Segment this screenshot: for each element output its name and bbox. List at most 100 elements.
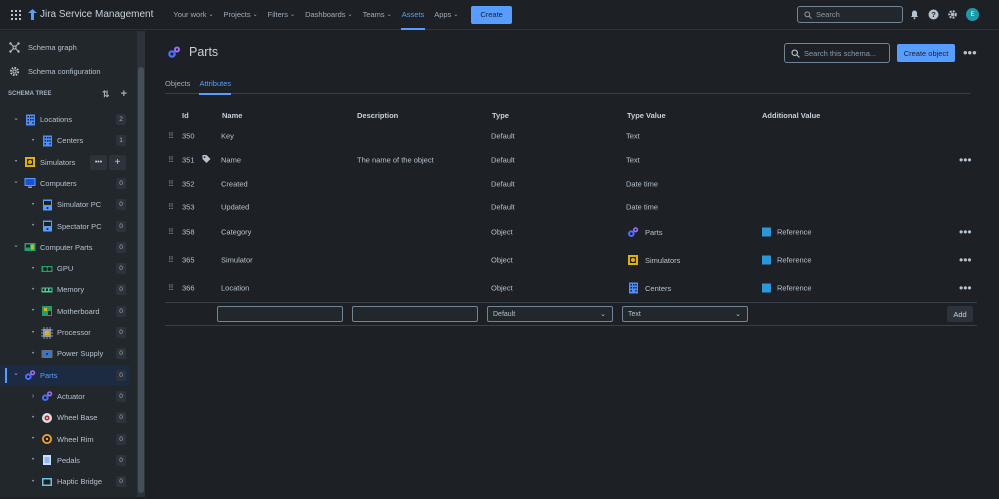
schema-graph-link[interactable]: Schema graph xyxy=(0,35,137,59)
app-switcher-icon[interactable] xyxy=(11,9,21,20)
nav-item-filters[interactable]: Filters ⌄ xyxy=(263,0,300,30)
object-count-badge: 0 xyxy=(116,476,126,488)
tree-item-label: Centers xyxy=(57,136,84,146)
pc-icon xyxy=(41,220,53,232)
new-attribute-type-value-select[interactable]: Text ⌄ xyxy=(622,306,748,322)
tree-item-label: Processor xyxy=(57,328,91,337)
add-object-type-icon[interactable]: + xyxy=(121,88,127,100)
chevron-down-icon[interactable]: ⌄ xyxy=(12,369,20,377)
nav-item-assets[interactable]: Assets xyxy=(397,0,430,30)
chevron-right-icon[interactable]: › xyxy=(29,393,37,400)
tree-item-processor[interactable]: • Processor 0 xyxy=(0,322,130,343)
drag-handle-icon[interactable]: ⠿ xyxy=(168,156,174,165)
help-icon[interactable]: ? xyxy=(928,9,939,20)
settings-gear-icon[interactable] xyxy=(947,9,958,20)
create-button[interactable]: Create xyxy=(471,5,512,24)
attribute-name: Key xyxy=(221,131,234,141)
tree-item-motherboard[interactable]: • Motherboard 0 xyxy=(0,301,130,322)
schema-search-input[interactable]: Search this schema... xyxy=(784,43,890,63)
new-attribute-type-select[interactable]: Default ⌄ xyxy=(487,306,613,322)
processor-icon xyxy=(41,326,53,339)
attribute-row[interactable]: ⠿ 350 Key Default Text xyxy=(165,126,977,146)
create-object-button[interactable]: Create object xyxy=(897,44,955,62)
tree-item-computers[interactable]: ⌄ Computers 0 xyxy=(0,173,130,194)
chevron-down-icon: ⌄ xyxy=(453,12,459,18)
attribute-row[interactable]: ⠿ 366 Location Object Centers Reference ••• xyxy=(165,278,977,298)
additional-value: Reference xyxy=(762,283,812,293)
row-more-actions-icon[interactable]: ••• xyxy=(959,225,972,239)
tree-item-centers[interactable]: • Centers 1 xyxy=(0,130,130,151)
schema-graph-label: Schema graph xyxy=(28,42,77,52)
page-title-text: Parts xyxy=(189,45,219,59)
drag-handle-icon[interactable]: ⠿ xyxy=(168,132,174,141)
new-attribute-name-input[interactable] xyxy=(217,306,343,322)
schema-tree-title: SCHEMA TREE xyxy=(8,91,52,97)
notifications-icon[interactable] xyxy=(909,9,920,20)
user-avatar[interactable]: E xyxy=(966,8,979,21)
tab-attributes[interactable]: Attributes xyxy=(199,79,231,95)
additional-value-label: Reference xyxy=(777,227,812,237)
schema-configuration-link[interactable]: Schema configuration xyxy=(0,59,137,83)
attribute-type: Default xyxy=(491,179,515,189)
tree-item-more-icon[interactable]: ••• xyxy=(90,154,107,170)
tree-item-memory[interactable]: • Memory 0 xyxy=(0,279,130,300)
drag-handle-icon[interactable]: ⠿ xyxy=(168,180,174,189)
drag-handle-icon[interactable]: ⠿ xyxy=(168,256,174,265)
tree-item-gpu[interactable]: • GPU 0 xyxy=(0,258,130,279)
nav-item-dashboards[interactable]: Dashboards ⌄ xyxy=(300,0,357,30)
tree-item-pedals[interactable]: • Pedals 0 xyxy=(0,450,130,471)
tree-item-parts[interactable]: ⌄ Parts 0 xyxy=(0,364,130,386)
column-header-type-value: Type Value xyxy=(627,111,666,120)
global-search-input[interactable]: Search xyxy=(797,6,903,23)
tree-item-add-icon[interactable]: + xyxy=(109,154,126,170)
attribute-row[interactable]: ⠿ 352 Created Default Date time xyxy=(165,174,977,194)
chevron-down-icon[interactable]: ⌄ xyxy=(12,114,20,122)
sidebar-scrollbar-thumb[interactable] xyxy=(138,67,144,493)
tree-item-locations[interactable]: ⌄ Locations 2 xyxy=(0,109,130,130)
object-count-badge: 0 xyxy=(116,199,126,211)
building-icon xyxy=(627,282,639,294)
parts-icon xyxy=(24,369,36,381)
tree-item-power-supply[interactable]: • Power Supply 0 xyxy=(0,343,130,364)
attribute-row[interactable]: ⠿ 358 Category Object Parts Reference ••• xyxy=(165,222,977,242)
tree-item-label: Computers xyxy=(40,178,77,188)
attribute-row[interactable]: ⠿ 353 Updated Default Date time xyxy=(165,197,977,217)
tree-item-haptic-bridge[interactable]: • Haptic Bridge 0 xyxy=(0,471,130,492)
schema-sidebar: Schema graph Schema configuration SCHEMA… xyxy=(0,31,137,497)
tree-item-simulator-pc[interactable]: • Simulator PC 0 xyxy=(0,194,130,215)
tree-item-actuator[interactable]: › Actuator 0 xyxy=(0,386,130,407)
tree-item-wheel-base[interactable]: • Wheel Base 0 xyxy=(0,407,130,428)
chevron-down-icon[interactable]: ⌄ xyxy=(12,177,20,185)
search-icon xyxy=(804,10,812,19)
sort-tree-icon[interactable]: ⇅ xyxy=(102,89,110,100)
nav-item-label: Assets xyxy=(401,10,425,19)
nav-item-projects[interactable]: Projects ⌄ xyxy=(219,0,263,30)
new-attribute-description-input[interactable] xyxy=(352,306,478,322)
sidebar-scrollbar[interactable] xyxy=(137,31,145,497)
column-header-id: Id xyxy=(182,111,189,120)
attribute-row[interactable]: ⠿ 365 Simulator Object Simulators Reference ••… xyxy=(165,250,977,270)
attribute-row[interactable]: ⠿ 351 Name The name of the object Default Tex… xyxy=(165,150,977,170)
row-more-actions-icon[interactable]: ••• xyxy=(959,153,972,167)
product-logo[interactable]: Jira Service Management xyxy=(28,9,153,20)
row-more-actions-icon[interactable]: ••• xyxy=(959,281,972,295)
nav-item-your-work[interactable]: Your work ⌄ xyxy=(168,0,218,30)
drag-handle-icon[interactable]: ⠿ xyxy=(168,203,174,212)
search-icon xyxy=(791,48,800,58)
nav-item-label: Teams xyxy=(362,10,385,19)
tree-item-computer-parts[interactable]: ⌄ Computer Parts 0 xyxy=(0,237,130,258)
more-actions-icon[interactable]: ••• xyxy=(963,45,977,60)
tree-item-wheel-rim[interactable]: • Wheel Rim 0 xyxy=(0,429,130,450)
tree-item-spectator-pc[interactable]: • Spectator PC 0 xyxy=(0,216,130,237)
tab-objects[interactable]: Objects xyxy=(165,79,190,94)
add-attribute-button[interactable]: Add xyxy=(947,306,973,322)
bullet-icon: • xyxy=(31,478,35,485)
chevron-down-icon[interactable]: ⌄ xyxy=(12,241,20,249)
drag-handle-icon[interactable]: ⠿ xyxy=(168,284,174,293)
building-icon xyxy=(24,114,36,126)
row-more-actions-icon[interactable]: ••• xyxy=(959,253,972,267)
nav-item-apps[interactable]: Apps ⌄ xyxy=(429,0,463,30)
tree-item-simulators[interactable]: • Simulators ••• + xyxy=(0,152,130,173)
drag-handle-icon[interactable]: ⠿ xyxy=(168,228,174,237)
nav-item-teams[interactable]: Teams ⌄ xyxy=(358,0,397,30)
